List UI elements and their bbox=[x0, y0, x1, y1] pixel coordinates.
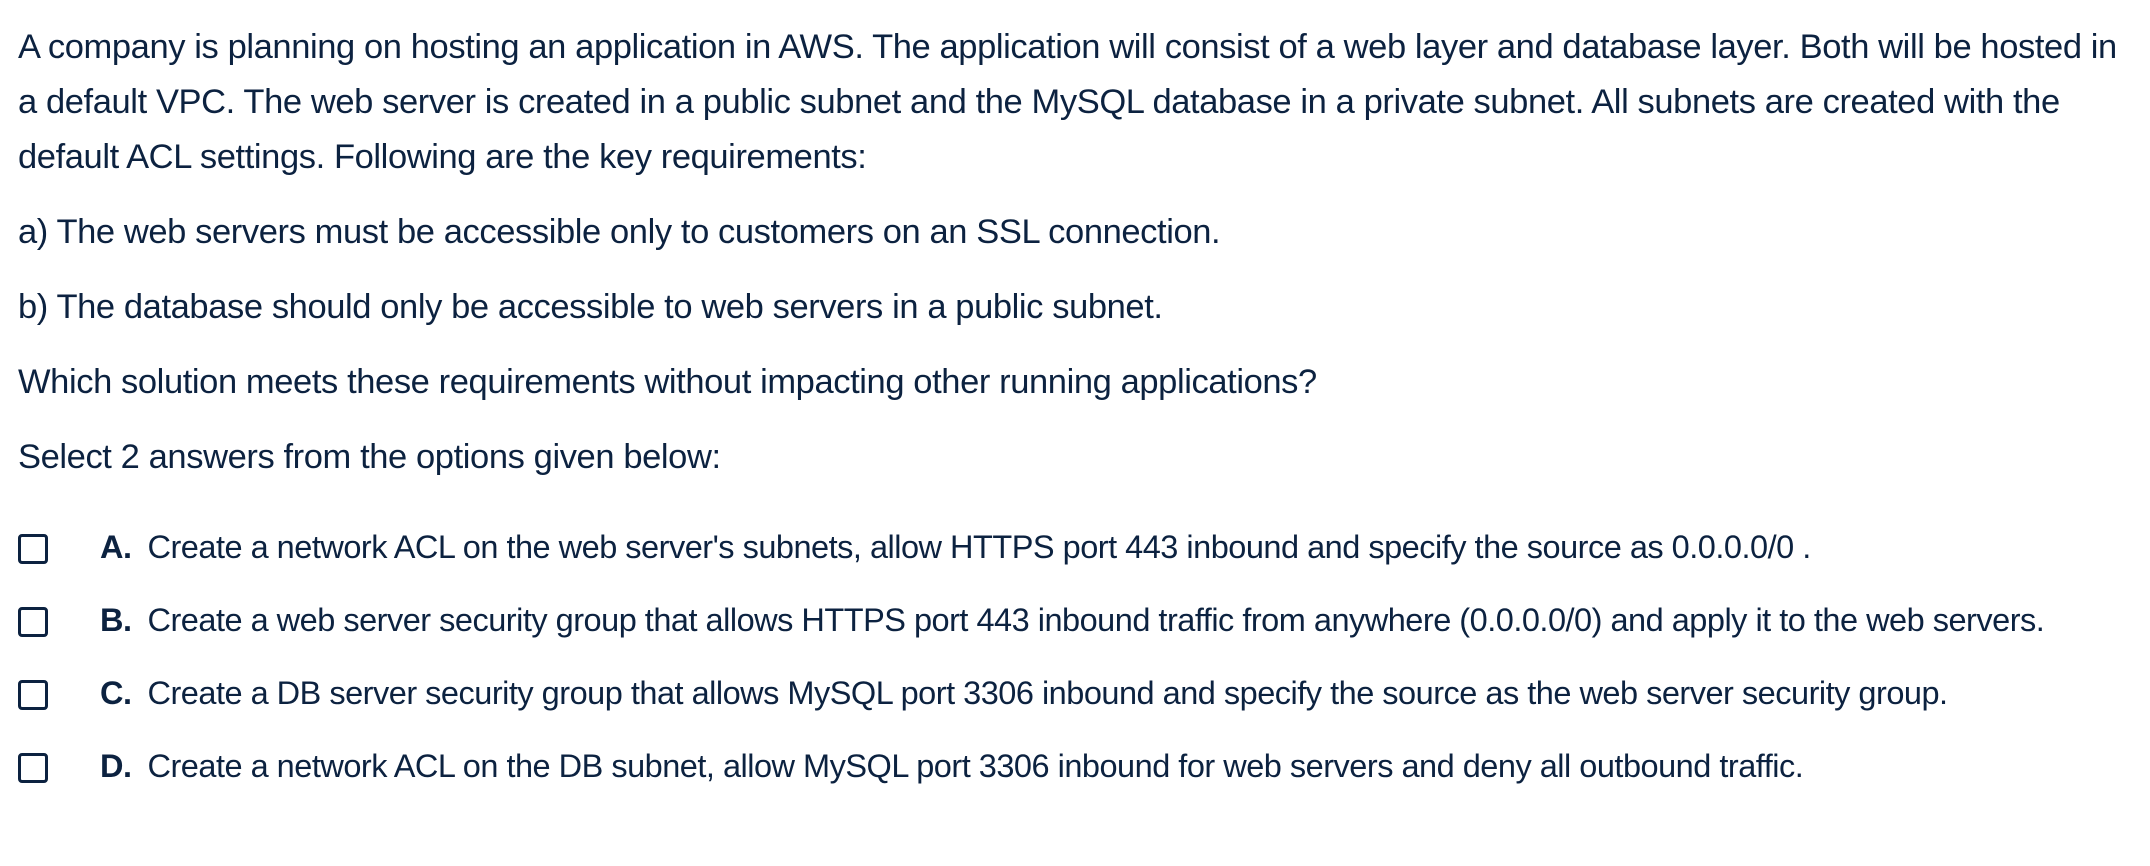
answer-option-c[interactable]: C. Create a DB server security group that… bbox=[18, 669, 2132, 717]
checkbox-icon[interactable] bbox=[18, 607, 48, 637]
option-letter: C. bbox=[100, 675, 132, 711]
question-intro: A company is planning on hosting an appl… bbox=[18, 28, 2117, 176]
requirement-b: b) The database should only be accessibl… bbox=[18, 288, 1163, 326]
answer-option-b[interactable]: B. Create a web server security group tha… bbox=[18, 596, 2132, 644]
option-letter: A. bbox=[100, 529, 132, 565]
option-text: Create a web server security group that … bbox=[147, 602, 2045, 638]
checkbox-icon[interactable] bbox=[18, 680, 48, 710]
answer-option-a[interactable]: A. Create a network ACL on the web server… bbox=[18, 523, 2132, 571]
option-text: Create a DB server security group that a… bbox=[147, 675, 1949, 711]
option-content: B. Create a web server security group tha… bbox=[100, 596, 2120, 644]
option-content: A. Create a network ACL on the web server… bbox=[100, 523, 2120, 571]
option-letter: D. bbox=[100, 748, 132, 784]
option-text: Create a network ACL on the DB subnet, a… bbox=[147, 748, 1804, 784]
answer-options: A. Create a network ACL on the web server… bbox=[18, 523, 2132, 790]
question-page: A company is planning on hosting an appl… bbox=[0, 0, 2150, 866]
option-letter: B. bbox=[100, 602, 132, 638]
option-content: D. Create a network ACL on the DB subnet,… bbox=[100, 742, 2120, 790]
checkbox-icon[interactable] bbox=[18, 753, 48, 783]
option-content: C. Create a DB server security group that… bbox=[100, 669, 2120, 717]
checkbox-icon[interactable] bbox=[18, 534, 48, 564]
selection-instruction: Select 2 answers from the options given … bbox=[18, 438, 721, 476]
option-text: Create a network ACL on the web server's… bbox=[147, 529, 1812, 565]
answer-option-d[interactable]: D. Create a network ACL on the DB subnet,… bbox=[18, 742, 2132, 790]
requirement-a: a) The web servers must be accessible on… bbox=[18, 213, 1221, 251]
question-prompt: Which solution meets these requirements … bbox=[18, 363, 1317, 401]
question-stem: A company is planning on hosting an appl… bbox=[18, 20, 2132, 485]
